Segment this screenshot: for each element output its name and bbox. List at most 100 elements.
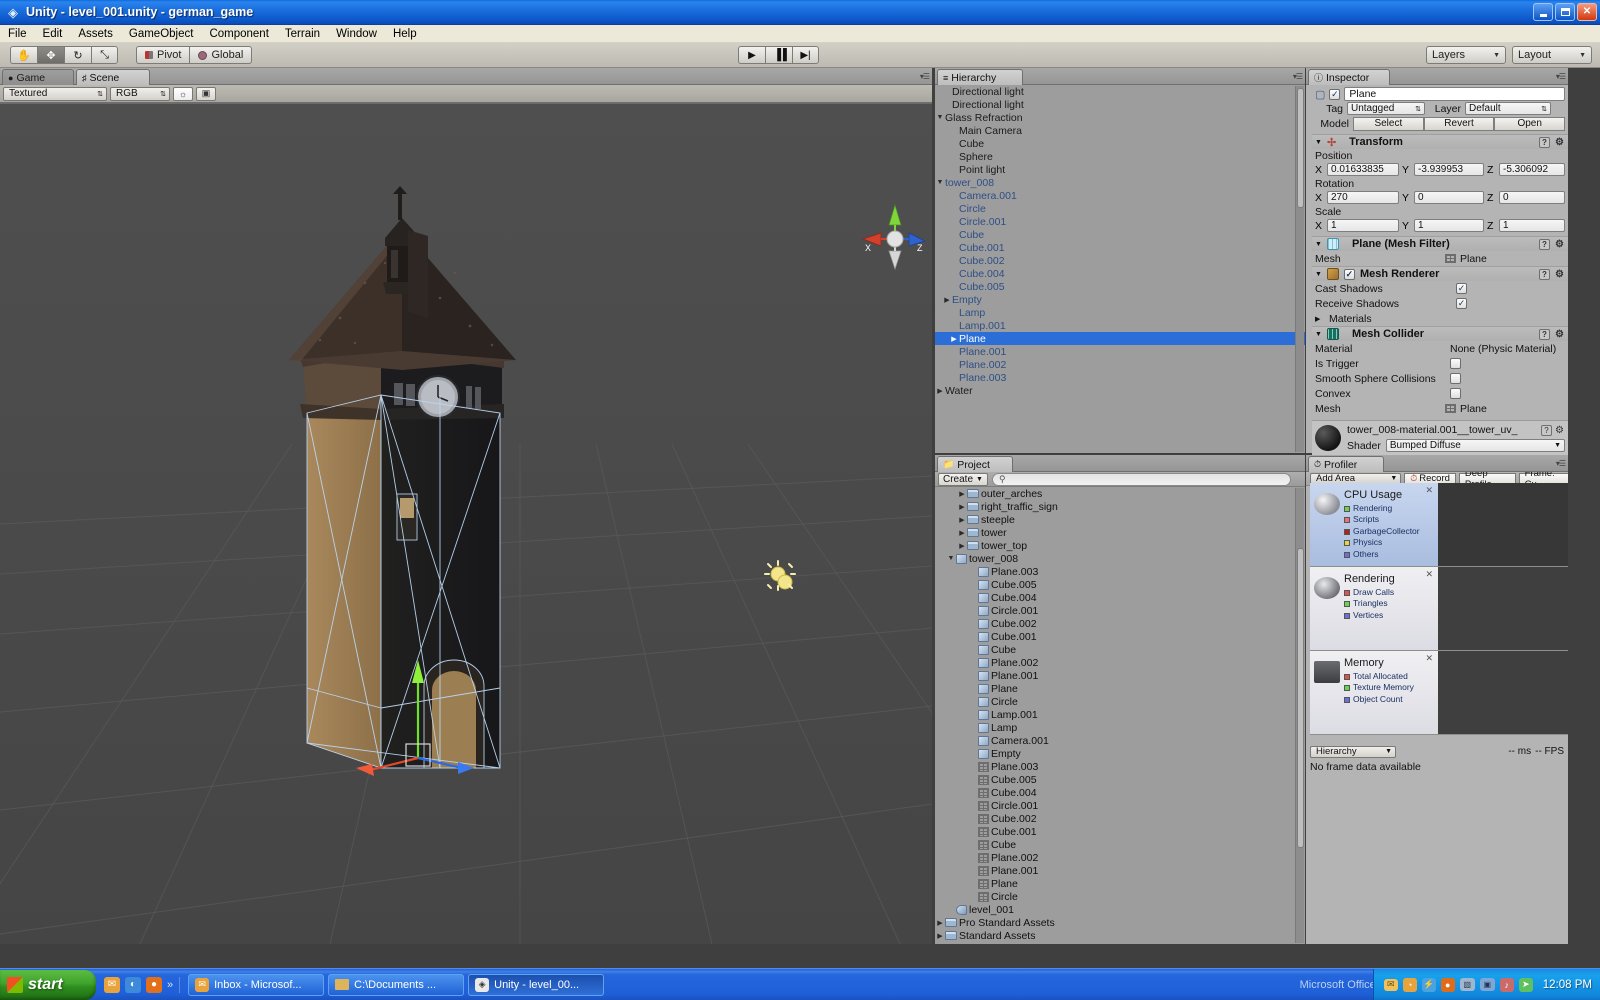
hierarchy-item-lamp[interactable]: ▶Lamp bbox=[935, 306, 1305, 319]
start-button[interactable]: start bbox=[0, 970, 96, 1000]
move-tool-button[interactable]: ✥ bbox=[37, 46, 64, 64]
project-item-plane[interactable]: ▶Plane bbox=[935, 877, 1305, 890]
collider-material-value[interactable]: None (Physic Material) bbox=[1450, 343, 1556, 355]
hierarchy-item-plane-001[interactable]: ▶Plane.001 bbox=[935, 345, 1305, 358]
volume-icon[interactable]: ♪ bbox=[1500, 978, 1514, 992]
hierarchy-item-cube-005[interactable]: ▶Cube.005 bbox=[935, 280, 1305, 293]
chevron-down-icon[interactable]: ▼ bbox=[1315, 139, 1322, 146]
chevron-down-icon[interactable]: ▼ bbox=[935, 179, 945, 186]
outlook-icon[interactable]: ✉ bbox=[104, 977, 120, 993]
menu-window[interactable]: Window bbox=[328, 27, 385, 41]
taskbar-clock[interactable]: 12:08 PM bbox=[1543, 979, 1592, 991]
firefox-icon[interactable]: ● bbox=[146, 977, 162, 993]
model-select-button[interactable]: Select bbox=[1353, 117, 1424, 131]
project-item-standard-assets[interactable]: ▶Standard Assets bbox=[935, 929, 1305, 942]
project-item-pro-standard-assets[interactable]: ▶Pro Standard Assets bbox=[935, 916, 1305, 929]
project-search-input[interactable]: ⚲ bbox=[992, 473, 1291, 486]
tab-profiler[interactable]: ⏱ Profiler bbox=[1308, 456, 1384, 472]
project-item-tower-top[interactable]: ▶tower_top bbox=[935, 539, 1305, 552]
chevron-right-icon[interactable]: ▶ bbox=[935, 919, 945, 927]
safely-remove-icon[interactable]: ➤ bbox=[1519, 978, 1533, 992]
profiler-graph[interactable] bbox=[1438, 651, 1568, 734]
close-icon[interactable]: ✕ bbox=[1425, 485, 1433, 496]
project-item-plane-003[interactable]: ▶Plane.003 bbox=[935, 760, 1305, 773]
chevron-right-icon[interactable]: ▶ bbox=[957, 542, 967, 550]
project-item-cube-005[interactable]: ▶Cube.005 bbox=[935, 578, 1305, 591]
model-revert-button[interactable]: Revert bbox=[1424, 117, 1495, 131]
scale-y-field[interactable]: 1 bbox=[1414, 219, 1484, 232]
position-y-field[interactable]: -3.939953 bbox=[1414, 163, 1484, 176]
hierarchy-item-plane[interactable]: ▶Plane bbox=[935, 332, 1305, 345]
help-icon[interactable]: ? bbox=[1539, 239, 1550, 250]
hierarchy-item-directional-light[interactable]: ▶Directional light bbox=[935, 98, 1305, 111]
profiler-block-rendering[interactable]: RenderingDraw CallsTrianglesVertices✕ bbox=[1310, 567, 1568, 651]
profiler-hierarchy-dropdown[interactable]: Hierarchy ▼ bbox=[1310, 746, 1396, 758]
menu-edit[interactable]: Edit bbox=[35, 27, 71, 41]
close-icon[interactable]: ✕ bbox=[1425, 569, 1433, 580]
project-item-cube-004[interactable]: ▶Cube.004 bbox=[935, 591, 1305, 604]
gear-icon[interactable]: ⚙ bbox=[1555, 239, 1564, 250]
menu-file[interactable]: File bbox=[0, 27, 35, 41]
project-item-cube-005[interactable]: ▶Cube.005 bbox=[935, 773, 1305, 786]
hierarchy-item-sphere[interactable]: ▶Sphere bbox=[935, 150, 1305, 163]
tab-hierarchy[interactable]: ≡ Hierarchy bbox=[937, 69, 1023, 85]
project-item-tower-008[interactable]: ▼tower_008 bbox=[935, 552, 1305, 565]
profiler-block-memory[interactable]: MemoryTotal AllocatedTexture MemoryObjec… bbox=[1310, 651, 1568, 735]
project-scroll-thumb[interactable] bbox=[1297, 548, 1304, 848]
network-icon[interactable]: ▣ bbox=[1480, 978, 1495, 991]
profiler-graph[interactable] bbox=[1438, 567, 1568, 650]
hierarchy-item-plane-003[interactable]: ▶Plane.003 bbox=[935, 371, 1305, 384]
layout-dropdown[interactable]: Layout ▼ bbox=[1512, 46, 1592, 64]
profiler-legend-item[interactable]: GarbageCollector bbox=[1344, 526, 1420, 537]
project-item-right-traffic-sign[interactable]: ▶right_traffic_sign bbox=[935, 500, 1305, 513]
display-icon[interactable]: ▧ bbox=[1460, 978, 1475, 991]
object-name-field[interactable]: Plane bbox=[1344, 87, 1565, 101]
smooth-sphere-checkbox[interactable]: ✓ bbox=[1450, 373, 1461, 384]
hierarchy-item-lamp-001[interactable]: ▶Lamp.001 bbox=[935, 319, 1305, 332]
position-z-field[interactable]: -5.306092 bbox=[1499, 163, 1565, 176]
project-item-circle[interactable]: ▶Circle bbox=[935, 695, 1305, 708]
minimize-button[interactable] bbox=[1533, 3, 1553, 21]
hierarchy-tab-menu-icon[interactable]: ▾☰ bbox=[1293, 72, 1302, 81]
chevron-right-icon[interactable]: ▶ bbox=[957, 516, 967, 524]
profiler-legend-item[interactable]: Total Allocated bbox=[1344, 671, 1414, 682]
profiler-legend-item[interactable]: Object Count bbox=[1344, 694, 1414, 705]
hierarchy-item-cube-002[interactable]: ▶Cube.002 bbox=[935, 254, 1305, 267]
project-item-circle-001[interactable]: ▶Circle.001 bbox=[935, 604, 1305, 617]
model-open-button[interactable]: Open bbox=[1494, 117, 1565, 131]
cast-shadows-checkbox[interactable]: ✓ bbox=[1456, 283, 1467, 294]
hierarchy-item-circle-001[interactable]: ▶Circle.001 bbox=[935, 215, 1305, 228]
hierarchy-item-directional-light[interactable]: ▶Directional light bbox=[935, 85, 1305, 98]
project-item-cube-001[interactable]: ▶Cube.001 bbox=[935, 630, 1305, 643]
help-icon[interactable]: ? bbox=[1541, 425, 1552, 436]
profiler-legend-item[interactable]: Triangles bbox=[1344, 598, 1395, 609]
project-scrollbar[interactable] bbox=[1295, 488, 1304, 943]
position-x-field[interactable]: 0.01633835 bbox=[1327, 163, 1399, 176]
shader-dropdown[interactable]: Bumped Diffuse ▼ bbox=[1386, 439, 1565, 452]
project-item-camera-001[interactable]: ▶Camera.001 bbox=[935, 734, 1305, 747]
object-enabled-checkbox[interactable]: ✓ bbox=[1329, 89, 1340, 100]
project-list[interactable]: ▶outer_arches▶right_traffic_sign▶steeple… bbox=[935, 487, 1305, 944]
chevron-right-icon[interactable]: ▶ bbox=[957, 490, 967, 498]
project-item-lamp-001[interactable]: ▶Lamp.001 bbox=[935, 708, 1305, 721]
project-item-plane-002[interactable]: ▶Plane.002 bbox=[935, 851, 1305, 864]
messenger-icon[interactable]: ◐ bbox=[125, 977, 141, 993]
profiler-legend-item[interactable]: Texture Memory bbox=[1344, 682, 1414, 693]
global-button[interactable]: Global bbox=[189, 46, 252, 64]
chevron-right-icon[interactable]: ▶ bbox=[942, 296, 952, 304]
chevron-down-icon[interactable]: ▼ bbox=[1315, 271, 1322, 278]
profiler-tab-menu-icon[interactable]: ▾☰ bbox=[1556, 459, 1565, 468]
gear-icon[interactable]: ⚙ bbox=[1555, 425, 1564, 436]
mesh-collider-component-header[interactable]: ▼ Mesh Collider ? ⚙ bbox=[1312, 326, 1568, 341]
taskbar-item-inbox[interactable]: ✉ Inbox - Microsof... bbox=[188, 974, 324, 996]
menu-component[interactable]: Component bbox=[201, 27, 276, 41]
antivirus-icon[interactable]: ⚡ bbox=[1422, 978, 1436, 992]
menu-gameobject[interactable]: GameObject bbox=[121, 27, 202, 41]
rotation-x-field[interactable]: 270 bbox=[1327, 191, 1399, 204]
hand-tool-button[interactable]: ✋ bbox=[10, 46, 37, 64]
profiler-block-cpu-usage[interactable]: CPU UsageRenderingScriptsGarbageCollecto… bbox=[1310, 483, 1568, 567]
project-item-circle[interactable]: ▶Circle bbox=[935, 890, 1305, 903]
collider-mesh-value[interactable]: Plane bbox=[1460, 403, 1487, 415]
profiler-legend-item[interactable]: Draw Calls bbox=[1344, 587, 1395, 598]
hierarchy-scroll-thumb[interactable] bbox=[1297, 88, 1304, 208]
